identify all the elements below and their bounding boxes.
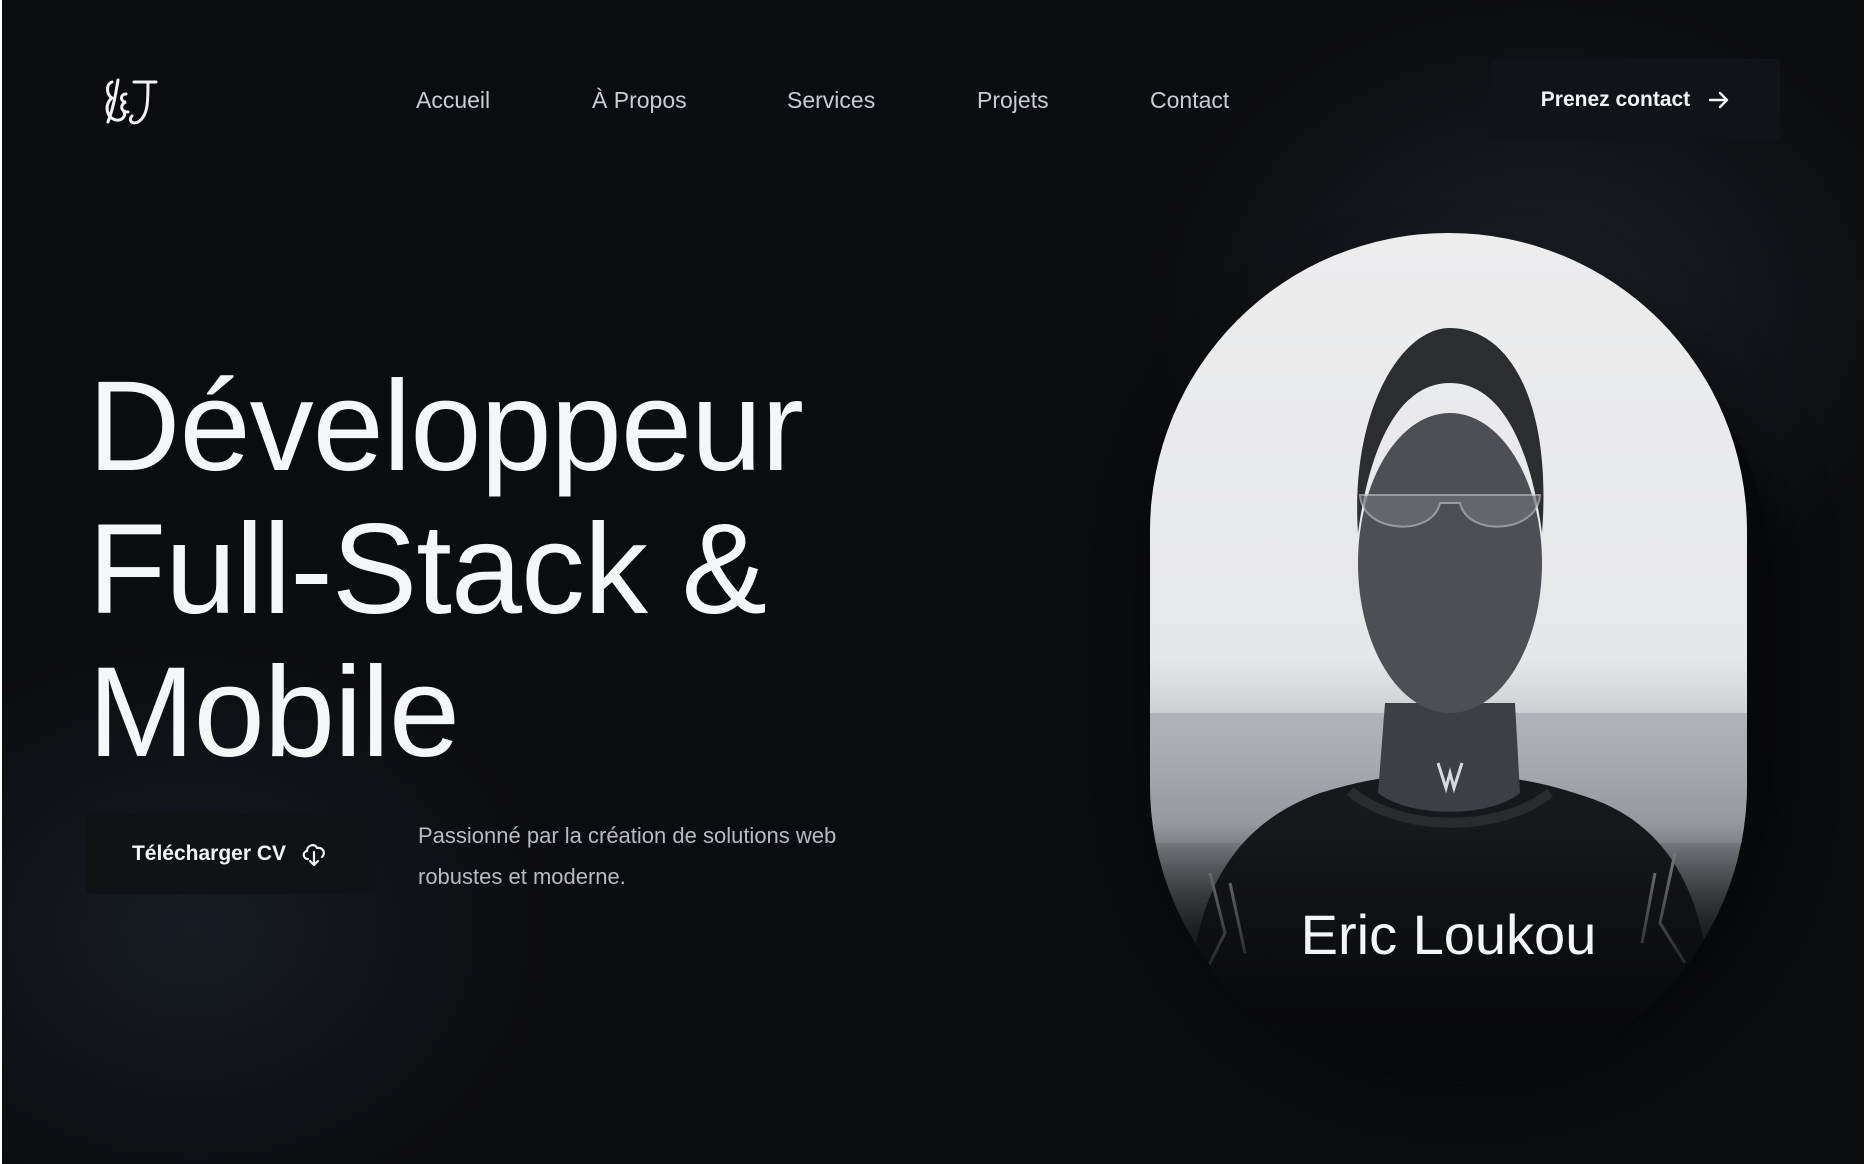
hero-tagline: Passionné par la création de solutions w…: [418, 823, 837, 889]
hero-title: Développeur Full-Stack & Mobile: [88, 355, 804, 784]
hero-title-line-2: Full-Stack &: [88, 498, 767, 641]
nav-item-contact[interactable]: Contact: [1150, 84, 1229, 116]
portrait-card: Eric Loukou: [1150, 233, 1747, 1083]
nav-item-accueil[interactable]: Accueil: [416, 84, 490, 116]
download-cv-button[interactable]: Télécharger CV: [86, 813, 374, 894]
page: Accueil À Propos Services Projets Contac…: [2, 0, 1864, 1164]
hero-title-line-3: Mobile: [88, 641, 460, 784]
portrait-name: Eric Loukou: [1300, 903, 1597, 966]
contact-button[interactable]: Prenez contact: [1491, 59, 1780, 140]
logo[interactable]: [98, 72, 162, 132]
cloud-download-icon: [302, 843, 325, 866]
hero-title-line-1: Développeur: [88, 355, 804, 498]
download-cv-label: Télécharger CV: [131, 841, 287, 865]
nav-item-projets[interactable]: Projets: [977, 84, 1049, 116]
nav-item-a-propos[interactable]: À Propos: [592, 84, 687, 116]
logo-monogram-icon: [105, 78, 158, 125]
contact-button-label: Prenez contact: [1540, 87, 1691, 111]
arrow-right-icon: [1708, 91, 1729, 108]
nav-item-services[interactable]: Services: [787, 84, 875, 116]
